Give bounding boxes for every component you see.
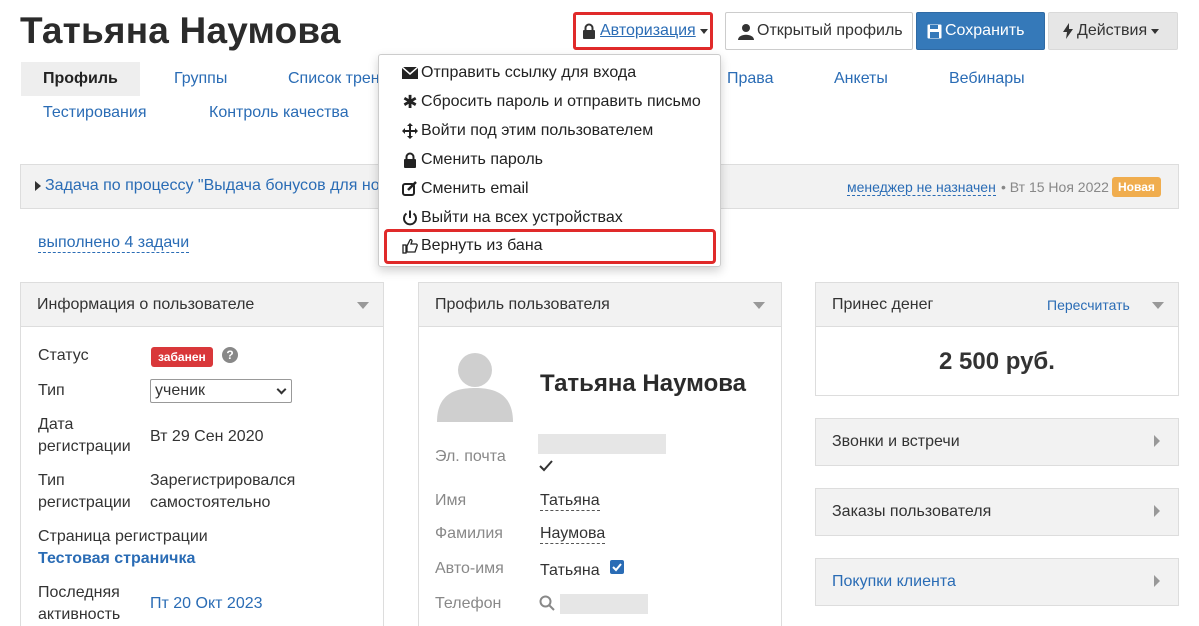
envelope-icon — [401, 64, 419, 82]
save-label: Сохранить — [945, 22, 1025, 39]
chevron-down-icon — [276, 384, 287, 395]
last-activity-label: Последняя активность — [38, 584, 121, 623]
menu-item-change-email[interactable]: Сменить email — [401, 180, 529, 198]
reg-page-label: Страница регистрации — [38, 528, 208, 545]
task-link[interactable]: Задача по процессу "Выдача бонусов для н… — [45, 177, 388, 195]
status-badge: забанен — [151, 347, 213, 367]
done-tasks-link[interactable]: выполнено 4 задачи — [38, 234, 190, 253]
email-label: Эл. почта — [435, 448, 506, 465]
profile-name: Татьяна Наумова — [540, 370, 747, 397]
recalculate-link[interactable]: Пересчитать — [1047, 297, 1130, 313]
help-icon[interactable]: ? — [222, 347, 238, 363]
expand-triangle-icon — [1154, 435, 1160, 447]
auto-name-checkbox[interactable] — [610, 560, 624, 574]
collapse-triangle-icon[interactable] — [753, 302, 765, 309]
menu-item-login-as-user[interactable]: Войти под этим пользователем — [401, 122, 653, 140]
expand-triangle-icon[interactable] — [35, 181, 41, 191]
expand-triangle-icon — [1154, 505, 1160, 517]
menu-item-change-password[interactable]: Сменить пароль — [401, 151, 543, 169]
menu-item-logout-all-devices[interactable]: Выйти на всех устройствах — [401, 209, 623, 227]
last-activity-link[interactable]: Пт 20 Окт 2023 — [150, 593, 263, 615]
menu-item-reset-password[interactable]: ✱ Сбросить пароль и отправить письмо — [401, 91, 700, 112]
expand-triangle-icon — [1154, 575, 1160, 587]
task-manager-link[interactable]: менеджер не назначен — [847, 179, 996, 196]
actions-dropdown-button[interactable]: Действия — [1048, 12, 1178, 50]
user-info-panel-header[interactable]: Информация о пользователе — [21, 283, 383, 327]
calls-title: Звонки и встречи — [832, 433, 960, 450]
search-icon[interactable] — [539, 595, 555, 616]
email-value-blurred — [538, 434, 666, 454]
reg-date-label: Дата регистрации — [38, 416, 131, 455]
user-profile-panel-header[interactable]: Профиль пользователя — [419, 283, 781, 327]
phone-label: Телефон — [435, 595, 502, 612]
actions-label: Действия — [1077, 22, 1148, 39]
money-title: Принес денег — [832, 296, 934, 313]
auto-name-label: Авто-имя — [435, 560, 504, 577]
type-label: Тип — [38, 382, 65, 399]
reg-date-value: Вт 29 Сен 2020 — [150, 428, 264, 445]
user-type-value: ученик — [155, 382, 206, 399]
orders-panel[interactable]: Заказы пользователя — [815, 488, 1179, 536]
money-panel: Принес денег Пересчитать — [815, 282, 1179, 396]
tab-quality-control[interactable]: Контроль качества — [187, 96, 371, 130]
unban-highlight-frame — [384, 229, 716, 264]
reg-type-value: Зарегистрировался самостоятельно — [150, 472, 296, 511]
first-name-label: Имя — [435, 492, 467, 509]
lock-icon — [582, 23, 596, 39]
caret-down-icon — [699, 28, 708, 34]
user-type-select[interactable]: ученик — [150, 379, 292, 403]
first-name-field[interactable]: Татьяна — [540, 492, 600, 511]
task-status-badge: Новая — [1112, 177, 1161, 197]
tab-forms[interactable]: Анкеты — [812, 62, 910, 96]
reg-type-label: Тип регистрации — [38, 472, 131, 511]
status-label: Статус — [38, 347, 89, 364]
bolt-icon — [1063, 23, 1073, 39]
money-value: 2 500 руб. — [939, 348, 1055, 375]
save-button[interactable]: Сохранить — [916, 12, 1045, 50]
caret-down-icon — [1151, 28, 1160, 34]
save-icon — [927, 24, 942, 39]
last-name-label: Фамилия — [435, 525, 503, 542]
asterisk-icon: ✱ — [402, 91, 418, 112]
last-name-field[interactable]: Наумова — [540, 525, 606, 544]
collapse-triangle-icon[interactable] — [357, 302, 369, 309]
money-panel-header: Принес денег Пересчитать — [816, 283, 1178, 327]
phone-value-blurred — [560, 594, 648, 614]
lock-icon — [401, 151, 419, 169]
move-icon — [401, 122, 419, 140]
authorization-label: Авторизация — [600, 22, 696, 39]
calls-panel[interactable]: Звонки и встречи — [815, 418, 1179, 466]
user-icon — [738, 23, 754, 40]
task-date: • Вт 15 Ноя 2022 — [1001, 179, 1109, 195]
menu-item-send-login-link[interactable]: Отправить ссылку для входа — [401, 64, 636, 82]
edit-icon — [401, 180, 419, 198]
purchases-panel[interactable]: Покупки клиента — [815, 558, 1179, 606]
orders-title: Заказы пользователя — [832, 503, 992, 520]
tab-groups[interactable]: Группы — [152, 62, 249, 96]
check-icon — [539, 459, 553, 477]
open-profile-button[interactable]: Открытый профиль — [725, 12, 913, 50]
page-title: Татьяна Наумова — [20, 10, 341, 51]
avatar[interactable] — [435, 346, 515, 422]
authorization-dropdown-button[interactable]: Авторизация — [573, 12, 713, 50]
auto-name-value: Татьяна — [540, 562, 600, 579]
tab-testing[interactable]: Тестирования — [21, 96, 169, 130]
tab-profile[interactable]: Профиль — [21, 62, 140, 96]
collapse-triangle-icon[interactable] — [1152, 302, 1164, 309]
tab-webinars[interactable]: Вебинары — [927, 62, 1047, 96]
power-icon — [401, 209, 419, 227]
user-profile-title: Профиль пользователя — [435, 296, 610, 313]
purchases-title: Покупки клиента — [832, 573, 956, 590]
open-profile-label: Открытый профиль — [757, 22, 903, 39]
reg-page-link[interactable]: Тестовая страничка — [38, 548, 195, 570]
user-info-title: Информация о пользователе — [37, 296, 255, 313]
